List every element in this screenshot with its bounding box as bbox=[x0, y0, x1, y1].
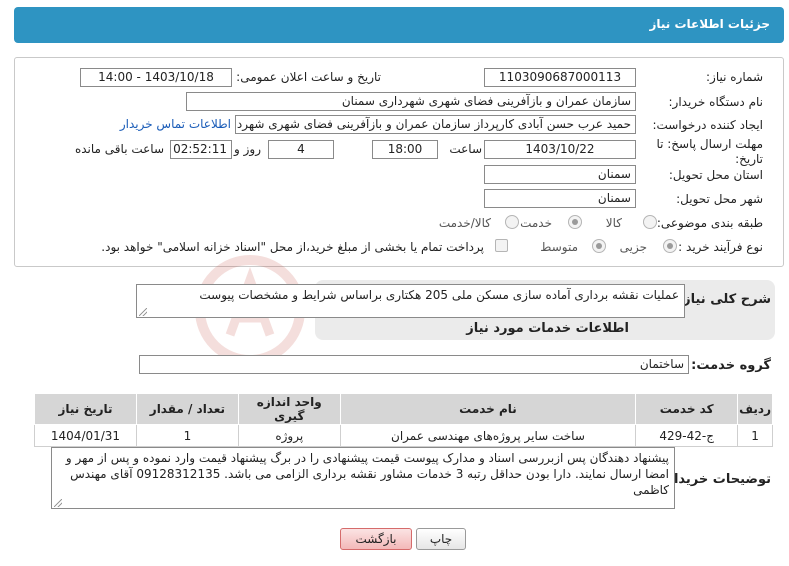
page-title: جزئیات اطلاعات نیاز bbox=[649, 17, 770, 31]
city-field: سمنان bbox=[484, 189, 636, 208]
remaining-days-label: روز و bbox=[234, 142, 261, 156]
category-option-goods-service: کالا/خدمت bbox=[438, 216, 491, 230]
summary-label: شرح کلی نیاز: bbox=[677, 292, 771, 307]
buyer-notes-field: پیشنهاد دهندگان پس ازبررسی اسناد و مدارک… bbox=[51, 447, 675, 509]
deadline-label-line1: مهلت ارسال پاسخ: تا bbox=[656, 137, 763, 151]
details-panel bbox=[14, 57, 784, 267]
category-option-goods: کالا bbox=[605, 216, 622, 230]
province-field: سمنان bbox=[484, 165, 636, 184]
buyer-org-label: نام دستگاه خریدار: bbox=[668, 95, 764, 109]
category-radio-goods-service[interactable] bbox=[505, 215, 519, 229]
buyer-org-field: سازمان عمران و بازآفرینی فضای شهری شهردا… bbox=[186, 92, 636, 111]
back-button[interactable]: بازگشت bbox=[340, 528, 412, 550]
table-row: 1 ج-42-429 ساخت سایر پروژه‌های مهندسی عم… bbox=[34, 424, 773, 447]
need-number-label: شماره نیاز: bbox=[706, 70, 763, 84]
process-radio-medium[interactable] bbox=[592, 239, 606, 253]
col-row: ردیف bbox=[737, 393, 773, 425]
requester-field: حمید عرب حسن آبادی کارپرداز سازمان عمران… bbox=[235, 115, 636, 134]
services-section-title: اطلاعات خدمات مورد نیاز bbox=[466, 321, 629, 336]
service-group-field: ساختمان bbox=[139, 355, 689, 374]
remaining-time-field: 02:52:11 bbox=[170, 140, 232, 159]
cell-unit: پروژه bbox=[237, 424, 341, 447]
services-table: ردیف کد خدمت نام خدمت واحد اندازه گیری ت… bbox=[34, 393, 773, 447]
category-label: طبقه بندی موضوعی: bbox=[656, 216, 763, 230]
cell-name: ساخت سایر پروژه‌های مهندسی عمران bbox=[339, 424, 637, 447]
resize-handle-icon[interactable] bbox=[139, 308, 147, 316]
col-qty: تعداد / مقدار bbox=[135, 393, 239, 425]
city-label: شهر محل تحویل: bbox=[676, 192, 763, 206]
category-radio-goods[interactable] bbox=[643, 215, 657, 229]
remaining-days-field: 4 bbox=[268, 140, 334, 159]
cell-row: 1 bbox=[737, 424, 773, 447]
remaining-time-label: ساعت باقی مانده bbox=[74, 142, 164, 156]
services-table-header: ردیف کد خدمت نام خدمت واحد اندازه گیری ت… bbox=[34, 393, 773, 425]
category-radio-service[interactable] bbox=[568, 215, 582, 229]
col-name: نام خدمت bbox=[339, 393, 637, 425]
service-group-label: گروه خدمت: bbox=[691, 358, 771, 373]
summary-text: عملیات نقشه برداری آماده سازی مسکن ملی 2… bbox=[199, 288, 679, 302]
col-code: کد خدمت bbox=[635, 393, 739, 425]
process-radio-minor[interactable] bbox=[663, 239, 677, 253]
need-number-field: 1103090687000113 bbox=[484, 68, 636, 87]
print-button[interactable]: چاپ bbox=[416, 528, 466, 550]
category-option-service: خدمت bbox=[520, 216, 552, 230]
buyer-contact-link[interactable]: اطلاعات تماس خریدار bbox=[120, 117, 231, 131]
cell-code: ج-42-429 bbox=[635, 424, 739, 447]
announce-datetime-label: تاریخ و ساعت اعلان عمومی: bbox=[236, 70, 381, 84]
col-date: تاریخ نیاز bbox=[34, 393, 137, 425]
process-option-minor: جزیی bbox=[619, 240, 647, 254]
deadline-label-line2: تاریخ: bbox=[735, 152, 763, 166]
cell-qty: 1 bbox=[135, 424, 239, 447]
treasury-checkbox[interactable] bbox=[495, 239, 508, 252]
col-unit: واحد اندازه گیری bbox=[237, 393, 341, 425]
page-header: جزئیات اطلاعات نیاز bbox=[14, 7, 784, 43]
deadline-time-field: 18:00 bbox=[372, 140, 438, 159]
treasury-note: پرداخت تمام یا بخشی از مبلغ خرید،از محل … bbox=[101, 240, 484, 254]
process-option-medium: متوسط bbox=[540, 240, 578, 254]
requester-label: ایجاد کننده درخواست: bbox=[652, 118, 763, 132]
buyer-notes-label: توضیحات خریدار: bbox=[661, 472, 771, 487]
summary-field: عملیات نقشه برداری آماده سازی مسکن ملی 2… bbox=[136, 284, 685, 318]
cell-date: 1404/01/31 bbox=[34, 424, 137, 447]
resize-handle-icon[interactable] bbox=[54, 499, 62, 507]
purchase-process-label: نوع فرآیند خرید : bbox=[678, 240, 763, 254]
deadline-date-field: 1403/10/22 bbox=[484, 140, 636, 159]
announce-datetime-field: 1403/10/18 - 14:00 bbox=[80, 68, 232, 87]
buyer-notes-text: پیشنهاد دهندگان پس ازبررسی اسناد و مدارک… bbox=[65, 451, 669, 497]
province-label: استان محل تحویل: bbox=[668, 168, 763, 182]
deadline-time-label: ساعت bbox=[449, 142, 482, 156]
